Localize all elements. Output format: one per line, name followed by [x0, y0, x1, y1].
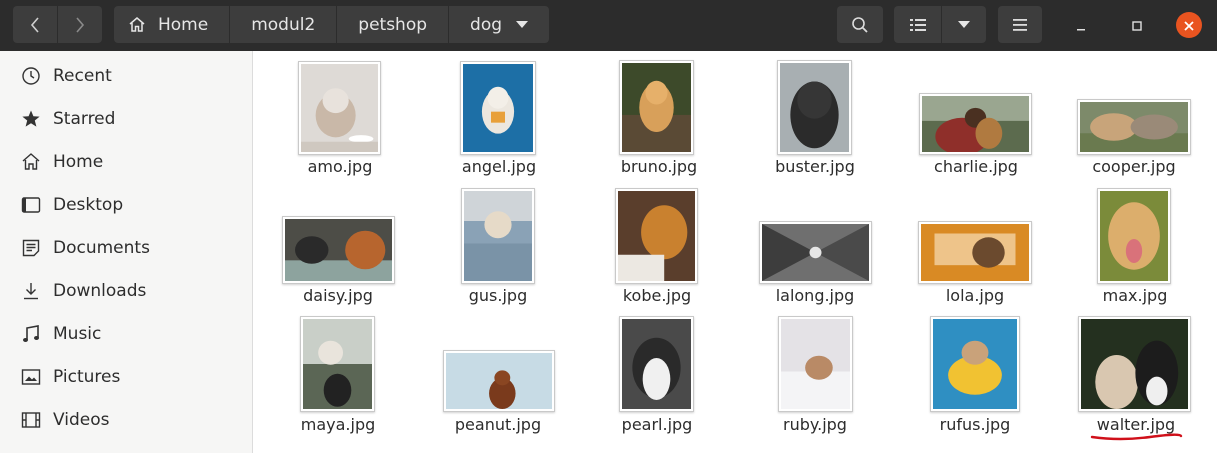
caret-down-icon	[958, 20, 970, 29]
thumbnail-image	[619, 316, 694, 412]
minimize-icon	[1076, 16, 1086, 35]
file-name: peanut.jpg	[454, 415, 542, 434]
view-options-button[interactable]	[942, 6, 986, 43]
thumbnail-image	[759, 221, 872, 284]
thumbnail-image	[443, 350, 555, 412]
sidebar-item-starred[interactable]: Starred	[0, 97, 252, 140]
sidebar: Recent Starred Home Desktop Documents Do…	[0, 51, 253, 453]
breadcrumb-petshop[interactable]: petshop	[337, 6, 450, 43]
thumbnail-image	[777, 60, 852, 155]
file-name: pearl.jpg	[621, 415, 693, 434]
video-icon	[20, 409, 42, 431]
file-grid	[254, 51, 1217, 453]
home-icon	[128, 16, 146, 33]
thumbnail-image	[282, 216, 395, 284]
sidebar-item-recent[interactable]: Recent	[0, 54, 252, 97]
thumbnail-image	[300, 316, 375, 412]
thumbnail-image	[461, 188, 535, 284]
sidebar-item-label: Downloads	[53, 280, 147, 301]
sidebar-item-videos[interactable]: Videos	[0, 398, 252, 441]
sidebar-item-label: Pictures	[53, 366, 121, 387]
sidebar-item-downloads[interactable]: Downloads	[0, 269, 252, 312]
file-name: maya.jpg	[300, 415, 376, 434]
breadcrumb-label: modul2	[251, 14, 316, 35]
file-name: rufus.jpg	[939, 415, 1011, 434]
sidebar-item-desktop[interactable]: Desktop	[0, 183, 252, 226]
breadcrumb-home[interactable]: Home	[114, 6, 231, 43]
thumbnail-image	[619, 60, 694, 155]
annotation-underline	[1090, 433, 1183, 441]
sidebar-item-label: Documents	[53, 237, 150, 258]
download-icon	[20, 280, 42, 302]
picture-icon	[20, 366, 42, 388]
breadcrumb-modul2[interactable]: modul2	[230, 6, 338, 43]
file-name: buster.jpg	[775, 157, 855, 176]
header-bar: Home modul2 petshop dog	[0, 0, 1217, 51]
sidebar-item-label: Videos	[53, 409, 110, 430]
hamburger-menu-icon	[1013, 18, 1027, 31]
minimize-button[interactable]	[1068, 12, 1094, 38]
sidebar-item-music[interactable]: Music	[0, 312, 252, 355]
chevron-right-icon	[74, 16, 86, 34]
star-icon	[20, 108, 42, 130]
thumbnail-image	[1078, 316, 1191, 412]
file-name: lola.jpg	[945, 286, 1005, 305]
file-name: amo.jpg	[307, 157, 373, 176]
file-name: ruby.jpg	[783, 415, 847, 434]
sidebar-item-home[interactable]: Home	[0, 140, 252, 183]
thumbnail-image	[460, 61, 536, 155]
thumbnail-image	[930, 316, 1020, 412]
maximize-button[interactable]	[1124, 12, 1150, 38]
file-name: charlie.jpg	[934, 157, 1018, 176]
sidebar-item-label: Music	[53, 323, 102, 344]
music-icon	[20, 323, 42, 345]
breadcrumb-dog[interactable]: dog	[449, 6, 550, 43]
file-name: gus.jpg	[468, 286, 528, 305]
sidebar-item-documents[interactable]: Documents	[0, 226, 252, 269]
back-button[interactable]	[13, 6, 57, 43]
thumbnail-image	[1077, 99, 1191, 155]
close-button[interactable]	[1176, 12, 1202, 38]
sidebar-item-label: Home	[53, 151, 104, 172]
file-manager-window: Home modul2 petshop dog Recent Starred H…	[0, 0, 1217, 453]
list-view-icon	[909, 18, 926, 32]
sidebar-item-label: Recent	[53, 65, 112, 86]
file-name: lalong.jpg	[775, 286, 855, 305]
breadcrumb: Home modul2 petshop dog	[114, 6, 550, 43]
file-name: max.jpg	[1102, 286, 1168, 305]
thumbnail-image	[918, 221, 1032, 284]
file-name: bruno.jpg	[620, 157, 698, 176]
breadcrumb-label: Home	[158, 14, 209, 35]
caret-down-icon	[516, 20, 529, 29]
view-list-button[interactable]	[894, 6, 941, 43]
desktop-icon	[20, 194, 42, 216]
breadcrumb-label: petshop	[358, 14, 428, 35]
home-icon	[20, 151, 42, 173]
sidebar-item-pictures[interactable]: Pictures	[0, 355, 252, 398]
thumbnail-image	[298, 61, 381, 155]
forward-button[interactable]	[58, 6, 102, 43]
clock-icon	[20, 65, 42, 87]
thumbnail-image	[778, 316, 853, 412]
main-menu-button[interactable]	[998, 6, 1042, 43]
close-icon	[1184, 16, 1194, 35]
thumbnail-image	[1097, 188, 1171, 284]
maximize-icon	[1132, 16, 1142, 35]
file-name: cooper.jpg	[1092, 157, 1176, 176]
search-icon	[851, 16, 869, 34]
file-name: kobe.jpg	[622, 286, 692, 305]
search-button[interactable]	[837, 6, 883, 43]
thumbnail-image	[615, 188, 698, 284]
sidebar-item-label: Starred	[53, 108, 116, 129]
file-name: angel.jpg	[461, 157, 537, 176]
document-icon	[20, 237, 42, 259]
chevron-left-icon	[29, 16, 41, 34]
thumbnail-image	[919, 93, 1032, 155]
breadcrumb-label: dog	[470, 14, 503, 35]
file-name: daisy.jpg	[303, 286, 373, 305]
sidebar-item-label: Desktop	[53, 194, 124, 215]
